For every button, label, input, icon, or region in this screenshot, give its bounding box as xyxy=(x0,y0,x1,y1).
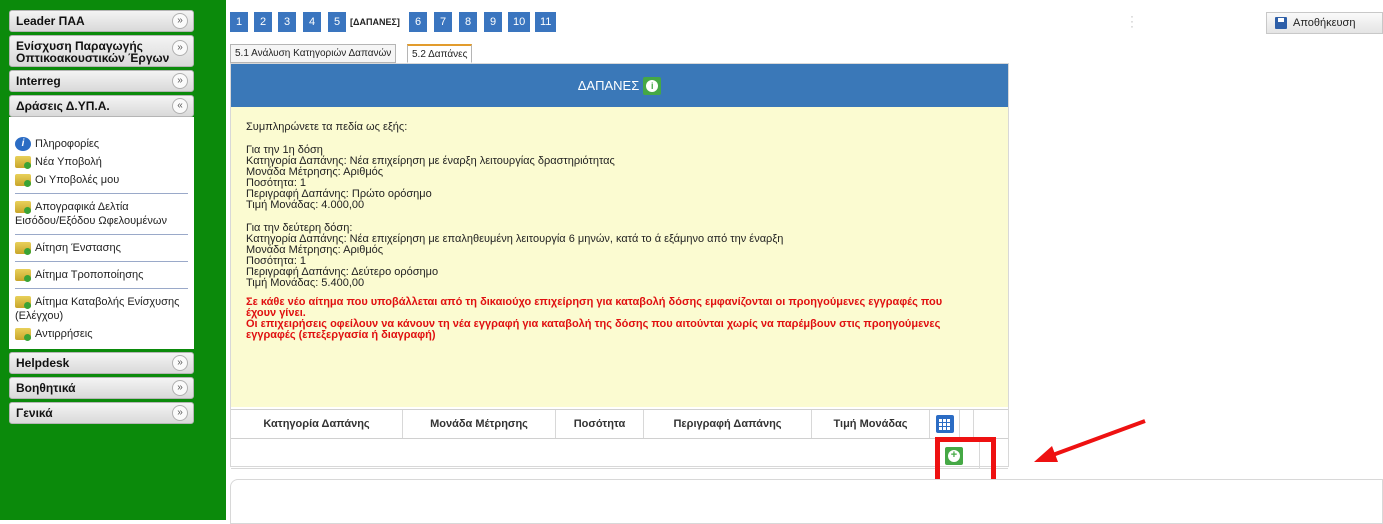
table-cell xyxy=(231,439,980,468)
step-2-button[interactable]: 2 xyxy=(254,12,272,32)
menu-item-label: Οι Υποβολές μου xyxy=(35,174,120,186)
step-8-button[interactable]: 8 xyxy=(459,12,477,32)
first-installment-price: Τιμή Μονάδας: 4.000,00 xyxy=(246,199,365,211)
menu-item-label: Νέα Υποβολή xyxy=(35,156,102,168)
column-header[interactable]: Κατηγορία Δαπάνης xyxy=(231,410,403,438)
step-7-button[interactable]: 7 xyxy=(434,12,452,32)
folder-icon xyxy=(15,201,31,214)
accordion-helpdesk-label: Helpdesk xyxy=(16,356,70,370)
menu-divider xyxy=(15,234,188,235)
tab-dapanes[interactable]: 5.2 Δαπάνες xyxy=(407,44,473,63)
toolbar-separator: · · · xyxy=(1130,9,1134,33)
accordion-interreg[interactable]: Interreg » xyxy=(9,70,194,92)
step-1-button[interactable]: 1 xyxy=(230,12,248,32)
menu-divider xyxy=(15,288,188,289)
menu-item-apografika[interactable]: Απογραφικά Δελτία Εισόδου/Εξόδου Ωφελουμ… xyxy=(15,198,188,230)
menu-item-plirofories[interactable]: i Πληροφορίες xyxy=(15,135,188,153)
menu-item-label: Αίτηση Ένστασης xyxy=(35,242,121,254)
column-chooser-cell xyxy=(930,410,960,438)
current-step-label: [ΔΑΠΑΝΕΣ] xyxy=(350,17,400,27)
chevron-down-icon: » xyxy=(172,380,188,396)
table-header: Κατηγορία Δαπάνης Μονάδα Μέτρησης Ποσότη… xyxy=(231,409,1008,439)
menu-item-nea-ypovoli[interactable]: Νέα Υποβολή xyxy=(15,153,188,171)
step-9-button[interactable]: 9 xyxy=(484,12,502,32)
folder-icon xyxy=(15,174,31,187)
menu-item-aitisi-enstasis[interactable]: Αίτηση Ένστασης xyxy=(15,239,188,257)
menu-item-label: Αίτημα Τροποποίησης xyxy=(35,269,144,281)
accordion-genika[interactable]: Γενικά » xyxy=(9,402,194,424)
accordion-helpdesk[interactable]: Helpdesk » xyxy=(9,352,194,374)
scrollbar-gutter xyxy=(960,410,974,438)
folder-icon xyxy=(15,242,31,255)
accordion-enisxysi[interactable]: Ενίσχυση Παραγωγής Οπτικοακουστικών Έργω… xyxy=(9,35,194,67)
panel-header: ΔΑΠΑΝΕΣ i xyxy=(231,64,1008,107)
column-header[interactable]: Τιμή Μονάδας xyxy=(812,410,930,438)
chevron-down-icon: » xyxy=(172,40,188,56)
menu-item-label-2: Εισόδου/Εξόδου Ωφελουμένων xyxy=(15,215,167,227)
warning-text-1: Σε κάθε νέο αίτημα που υποβάλλεται από τ… xyxy=(246,296,943,308)
menu-item-label: Απογραφικά Δελτία xyxy=(35,201,129,213)
menu-divider xyxy=(15,261,188,262)
save-button[interactable]: Αποθήκευση xyxy=(1266,12,1383,34)
draseis-menu: i Πληροφορίες Νέα Υποβολή Οι Υποβολές μο… xyxy=(9,117,194,349)
menu-item-label: Πληροφορίες xyxy=(35,138,100,150)
step-10-button[interactable]: 10 xyxy=(508,12,531,32)
second-installment-price: Τιμή Μονάδας: 5.400,00 xyxy=(246,277,365,289)
accordion-draseis-label: Δράσεις Δ.ΥΠ.Α. xyxy=(16,99,110,113)
info-icon[interactable]: i xyxy=(643,76,662,95)
accordion-draseis[interactable]: Δράσεις Δ.ΥΠ.Α. « xyxy=(9,95,194,117)
chevron-up-icon: « xyxy=(172,98,188,114)
menu-item-label: Αντιρρήσεις xyxy=(35,328,93,340)
panel-title: ΔΑΠΑΝΕΣ xyxy=(577,78,640,93)
tab-analysi-kathgorion[interactable]: 5.1 Ανάλυση Κατηγοριών Δαπανών xyxy=(230,44,397,63)
column-header[interactable]: Ποσότητα xyxy=(556,410,644,438)
chevron-down-icon: » xyxy=(172,405,188,421)
step-6-button[interactable]: 6 xyxy=(409,12,427,32)
step-3-button[interactable]: 3 xyxy=(278,12,296,32)
chevron-down-icon: » xyxy=(172,73,188,89)
menu-divider xyxy=(15,193,188,194)
accordion-genika-label: Γενικά xyxy=(16,406,53,420)
accordion-leader[interactable]: Leader ΠΑΑ » xyxy=(9,10,194,32)
menu-item-oi-ypovoles-mou[interactable]: Οι Υποβολές μου xyxy=(15,171,188,189)
accordion-interreg-label: Interreg xyxy=(16,74,61,88)
save-icon xyxy=(1275,17,1287,29)
second-installment-unit: Μονάδα Μέτρησης: Αριθμός xyxy=(246,244,384,256)
menu-item-antirriseis[interactable]: Αντιρρήσεις xyxy=(15,325,188,343)
step-4-button[interactable]: 4 xyxy=(303,12,321,32)
column-header[interactable]: Μονάδα Μέτρησης xyxy=(403,410,556,438)
first-installment-unit: Μονάδα Μέτρησης: Αριθμός xyxy=(246,166,384,178)
expenses-table: Κατηγορία Δαπάνης Μονάδα Μέτρησης Ποσότη… xyxy=(231,409,1008,469)
chevron-down-icon: » xyxy=(172,13,188,29)
folder-icon xyxy=(15,156,31,169)
folder-icon xyxy=(15,296,31,309)
sidebar: Leader ΠΑΑ » Ενίσχυση Παραγωγής Οπτικοακ… xyxy=(0,0,226,520)
info-icon: i xyxy=(15,137,31,151)
dapanes-panel: ΔΑΠΑΝΕΣ i Συμπληρώνετε τα πεδία ως εξής:… xyxy=(230,63,1009,469)
step-bar: 1 2 3 4 5 [ΔΑΠΑΝΕΣ] 6 7 8 9 10 11 · · · Απ… xyxy=(226,0,1383,42)
accordion-leader-label: Leader ΠΑΑ xyxy=(16,14,85,28)
step-11-button[interactable]: 11 xyxy=(535,12,557,32)
accordion-voithitika[interactable]: Βοηθητικά » xyxy=(9,377,194,399)
folder-icon xyxy=(15,328,31,341)
save-button-label: Αποθήκευση xyxy=(1293,17,1356,29)
folder-icon xyxy=(15,269,31,282)
chevron-down-icon: » xyxy=(172,355,188,371)
menu-item-aitima-katavolis[interactable]: Αίτημα Καταβολής Ενίσχυσης (Ελέγχου) xyxy=(15,293,188,325)
accordion-enisxysi-label-2: Οπτικοακουστικών Έργων xyxy=(16,51,170,65)
column-chooser-icon[interactable] xyxy=(935,415,954,433)
menu-item-label: Αίτημα Καταβολής Ενίσχυσης xyxy=(35,296,180,308)
warning-text-4: εγγραφές (επεξεργασία ή διαγραφή) xyxy=(246,329,436,341)
instructions-box: Συμπληρώνετε τα πεδία ως εξής: Για την 1… xyxy=(231,107,1008,407)
step-5-button[interactable]: 5 xyxy=(328,12,346,32)
menu-item-aitima-tropopoiisis[interactable]: Αίτημα Τροποποίησης xyxy=(15,266,188,284)
table-empty-row xyxy=(231,439,1008,469)
lower-panel xyxy=(230,479,1383,524)
instructions-intro: Συμπληρώνετε τα πεδία ως εξής: xyxy=(246,121,408,133)
menu-item-label-2: (Ελέγχου) xyxy=(15,310,64,322)
red-arrow-annotation xyxy=(1034,419,1146,462)
column-header[interactable]: Περιγραφή Δαπάνης xyxy=(644,410,812,438)
accordion-voithitika-label: Βοηθητικά xyxy=(16,381,76,395)
